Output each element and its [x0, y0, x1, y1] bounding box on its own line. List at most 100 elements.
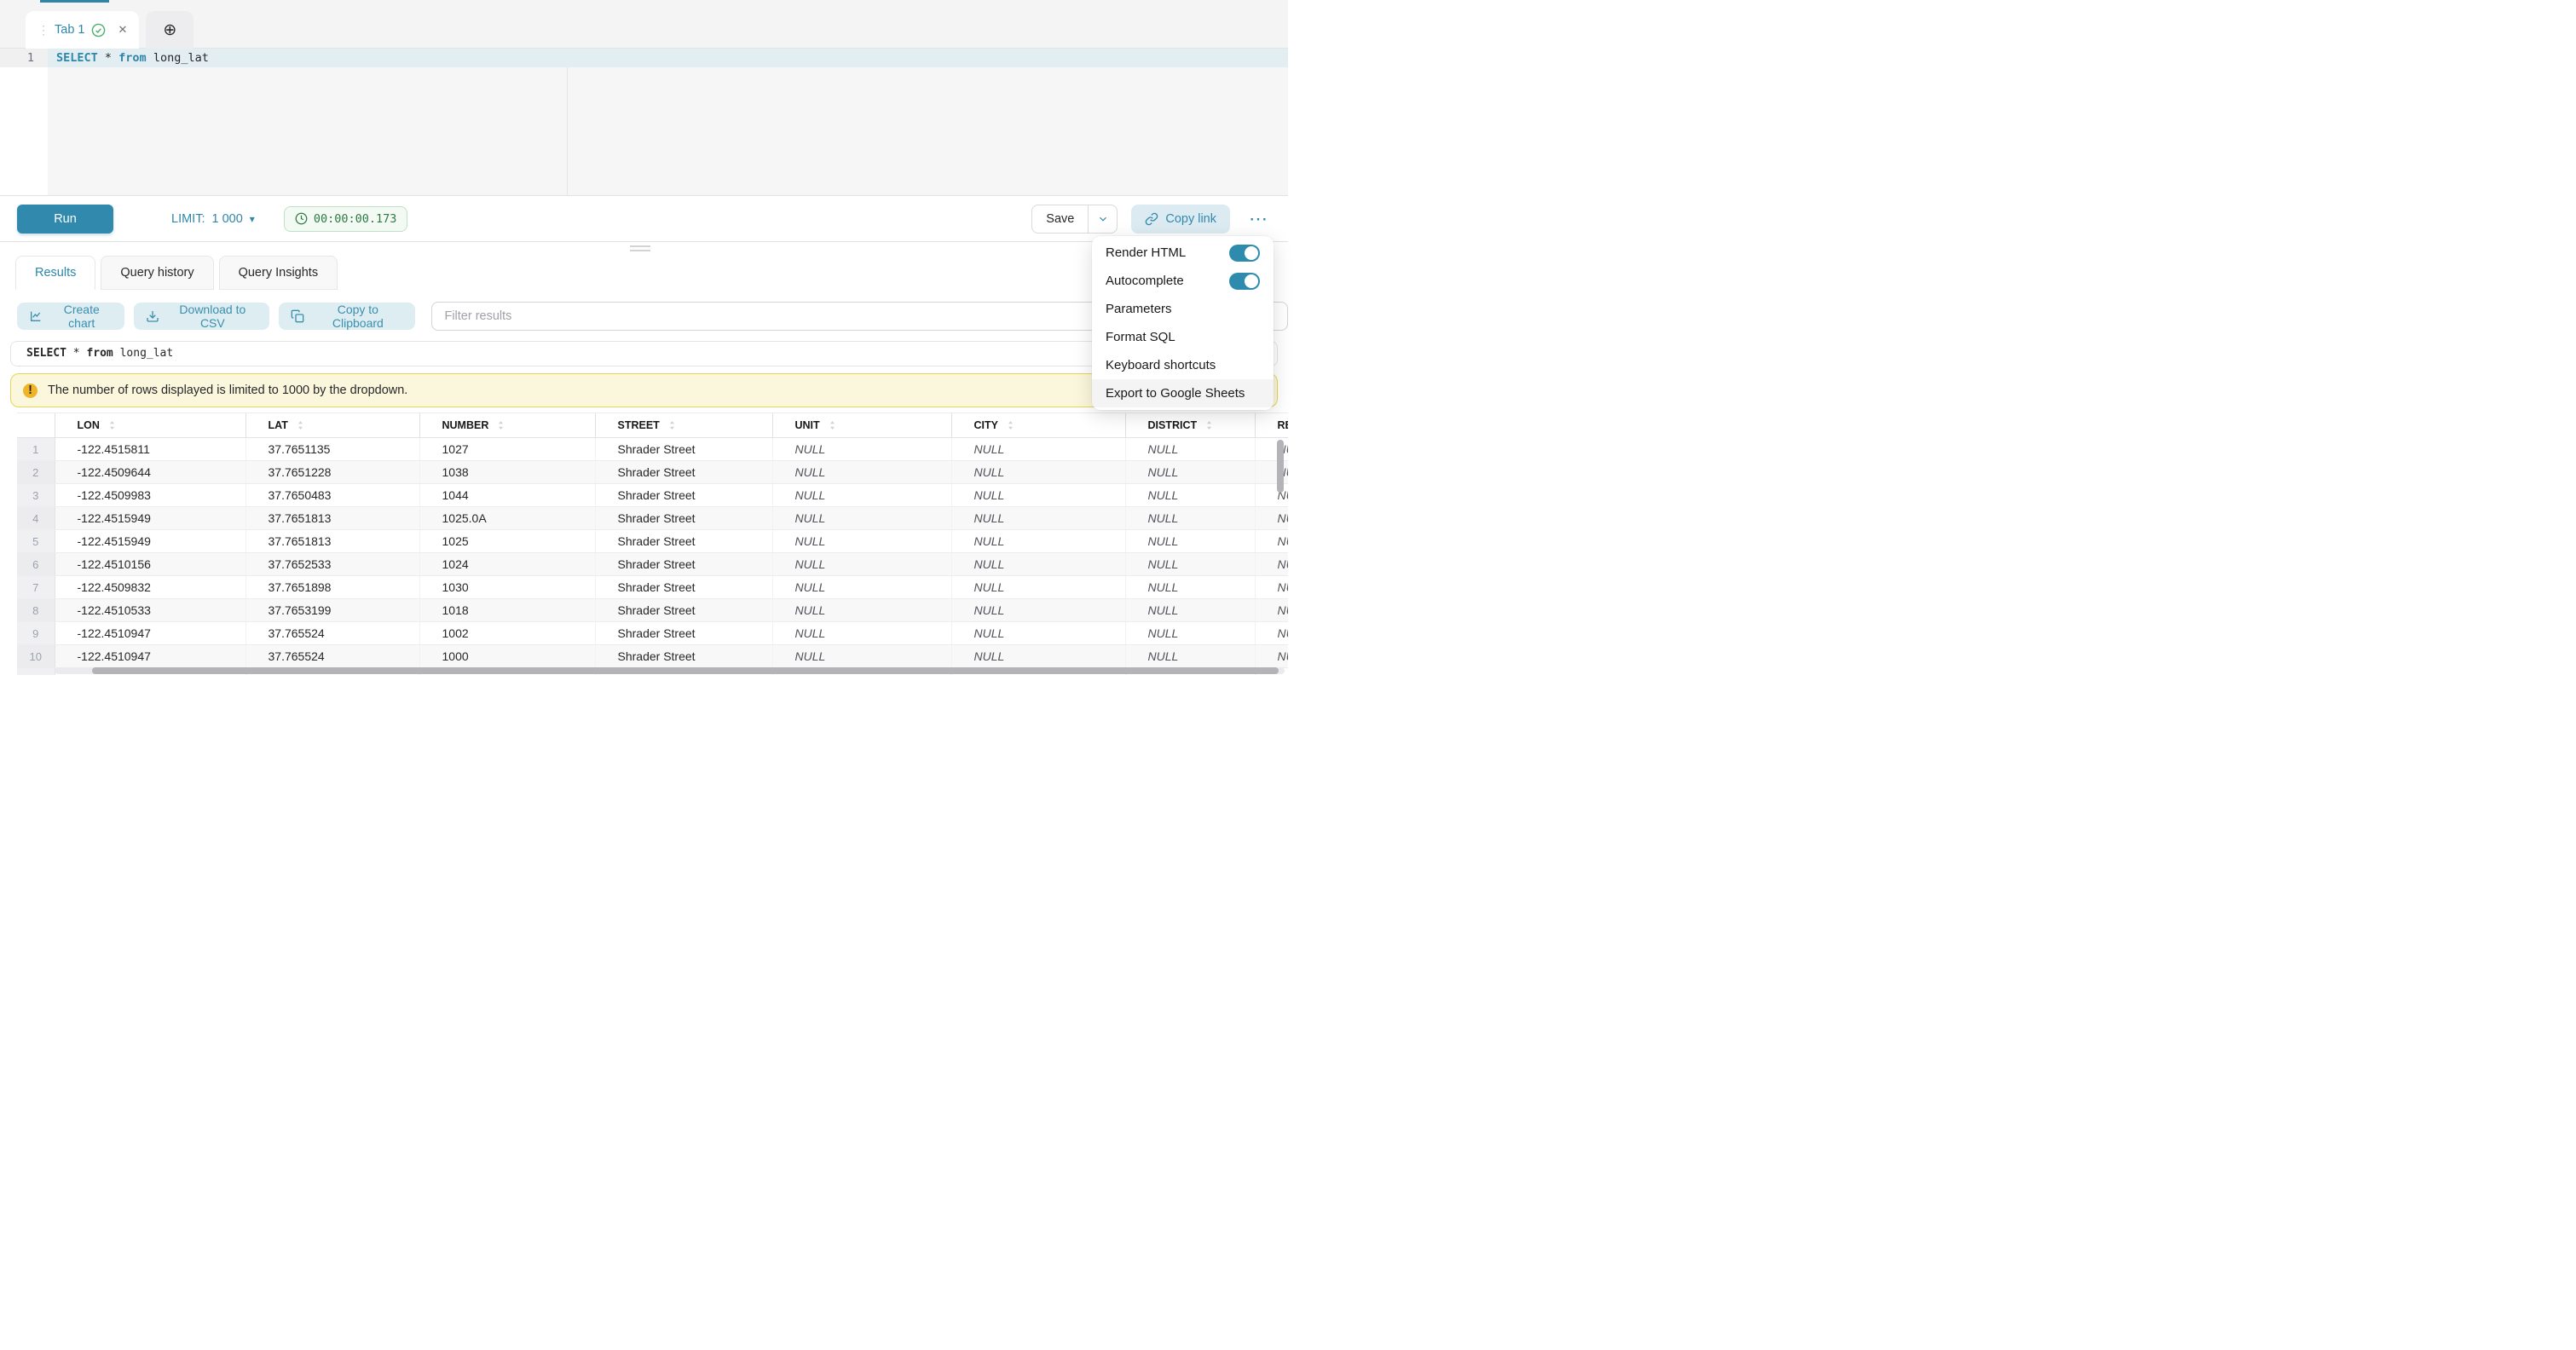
table-cell[interactable]: Shrader Street — [595, 599, 772, 622]
table-cell[interactable]: NULL — [1125, 484, 1255, 507]
table-cell[interactable]: NULL — [951, 645, 1125, 668]
table-cell[interactable]: 1027 — [419, 438, 595, 461]
table-cell[interactable]: -122.4510947 — [55, 622, 245, 645]
table-cell[interactable]: 1024 — [419, 553, 595, 576]
table-cell[interactable]: NULL — [1125, 530, 1255, 553]
sql-editor[interactable]: 1 SELECT * from long_lat — [0, 49, 1288, 196]
table-cell[interactable]: NULL — [1125, 461, 1255, 484]
copy-clipboard-button[interactable]: Copy to Clipboard — [279, 303, 415, 330]
table-cell[interactable]: Shrader Street — [595, 438, 772, 461]
new-tab-button[interactable]: ⊕ — [146, 11, 193, 49]
table-cell[interactable]: NULL — [951, 461, 1125, 484]
table-cell[interactable]: NULL — [1125, 622, 1255, 645]
save-options-button[interactable] — [1089, 205, 1118, 234]
table-cell[interactable]: NULL — [772, 507, 951, 530]
table-cell[interactable]: -122.4510156 — [55, 553, 245, 576]
results-tab-query-history[interactable]: Query history — [101, 256, 213, 290]
menu-item-autocomplete[interactable]: Autocomplete — [1092, 267, 1274, 295]
column-header-unit[interactable]: UNIT — [772, 413, 951, 438]
column-header-district[interactable]: DISTRICT — [1125, 413, 1255, 438]
table-cell[interactable]: 1018 — [419, 599, 595, 622]
table-cell[interactable]: NULL — [772, 576, 951, 599]
table-cell[interactable]: NULL — [772, 599, 951, 622]
table-cell[interactable]: NULL — [951, 599, 1125, 622]
horizontal-scrollbar-thumb[interactable] — [92, 667, 1279, 674]
table-cell[interactable]: -122.4510947 — [55, 645, 245, 668]
table-cell[interactable]: Shrader Street — [595, 461, 772, 484]
table-cell[interactable]: NULL — [772, 530, 951, 553]
table-cell[interactable]: NULL — [1255, 576, 1288, 599]
table-cell[interactable]: 1025 — [419, 530, 595, 553]
table-cell[interactable]: NULL — [1125, 438, 1255, 461]
more-options-icon[interactable]: ⋯ — [1249, 210, 1268, 228]
column-header-lon[interactable]: LON — [55, 413, 245, 438]
editor-active-line[interactable]: 1 SELECT * from long_lat — [0, 49, 1288, 67]
table-cell[interactable]: 37.7652533 — [245, 553, 419, 576]
sort-icon[interactable] — [829, 419, 836, 431]
menu-item-render-html[interactable]: Render HTML — [1092, 239, 1274, 267]
table-cell[interactable]: 1000 — [419, 645, 595, 668]
table-cell[interactable]: Shrader Street — [595, 484, 772, 507]
table-cell[interactable]: Shrader Street — [595, 622, 772, 645]
sort-icon[interactable] — [1007, 419, 1014, 431]
column-header-street[interactable]: STREET — [595, 413, 772, 438]
sql-code-line[interactable]: SELECT * from long_lat — [48, 49, 1288, 67]
table-cell[interactable]: NULL — [772, 461, 951, 484]
table-cell[interactable]: NULL — [1255, 530, 1288, 553]
sort-icon[interactable] — [497, 419, 505, 431]
sort-icon[interactable] — [108, 419, 116, 431]
table-cell[interactable]: 37.7651813 — [245, 530, 419, 553]
table-cell[interactable]: NULL — [1125, 576, 1255, 599]
sort-icon[interactable] — [1205, 419, 1213, 431]
table-cell[interactable]: -122.4509644 — [55, 461, 245, 484]
menu-item-parameters[interactable]: Parameters — [1092, 295, 1274, 323]
results-tab-query-insights[interactable]: Query Insights — [219, 256, 338, 290]
column-header-lat[interactable]: LAT — [245, 413, 419, 438]
table-cell[interactable]: 37.7651898 — [245, 576, 419, 599]
run-button[interactable]: Run — [17, 205, 113, 234]
download-csv-button[interactable]: Download to CSV — [134, 303, 269, 330]
table-cell[interactable]: 37.7651135 — [245, 438, 419, 461]
table-cell[interactable]: NULL — [1125, 599, 1255, 622]
table-cell[interactable]: 37.7651813 — [245, 507, 419, 530]
table-cell[interactable]: -122.4515949 — [55, 530, 245, 553]
editor-tab-1[interactable]: ⋮ Tab 1 ✕ — [26, 11, 139, 49]
table-cell[interactable]: NULL — [1255, 599, 1288, 622]
table-cell[interactable]: NULL — [951, 576, 1125, 599]
table-cell[interactable]: NULL — [951, 553, 1125, 576]
table-cell[interactable]: -122.4510533 — [55, 599, 245, 622]
table-cell[interactable]: NULL — [1125, 553, 1255, 576]
tab-drag-grip-icon[interactable]: ⋮ — [38, 23, 48, 38]
toggle-on-switch[interactable] — [1229, 245, 1260, 262]
pane-resize-handle[interactable] — [630, 245, 650, 254]
table-cell[interactable]: NULL — [1255, 507, 1288, 530]
table-cell[interactable]: 37.765524 — [245, 622, 419, 645]
table-cell[interactable]: NULL — [1125, 507, 1255, 530]
table-cell[interactable]: NULL — [951, 438, 1125, 461]
table-cell[interactable]: NULL — [772, 438, 951, 461]
table-cell[interactable]: NULL — [772, 645, 951, 668]
column-header-re[interactable]: RE — [1255, 413, 1288, 438]
table-cell[interactable]: NULL — [772, 622, 951, 645]
column-header-city[interactable]: CITY — [951, 413, 1125, 438]
table-cell[interactable]: 37.7653199 — [245, 599, 419, 622]
table-cell[interactable]: NULL — [951, 484, 1125, 507]
table-cell[interactable]: NULL — [772, 484, 951, 507]
table-cell[interactable]: 1044 — [419, 484, 595, 507]
table-cell[interactable]: -122.4509983 — [55, 484, 245, 507]
toggle-on-switch[interactable] — [1229, 273, 1260, 290]
table-cell[interactable]: Shrader Street — [595, 553, 772, 576]
create-chart-button[interactable]: Create chart — [17, 303, 124, 330]
table-cell[interactable]: Shrader Street — [595, 530, 772, 553]
table-cell[interactable]: 1025.0A — [419, 507, 595, 530]
table-cell[interactable]: NULL — [1255, 553, 1288, 576]
table-cell[interactable]: NULL — [951, 622, 1125, 645]
table-cell[interactable]: NULL — [1125, 645, 1255, 668]
menu-item-format-sql[interactable]: Format SQL — [1092, 323, 1274, 351]
table-cell[interactable]: -122.4515949 — [55, 507, 245, 530]
table-cell[interactable]: -122.4515811 — [55, 438, 245, 461]
table-cell[interactable]: NULL — [1255, 645, 1288, 668]
table-cell[interactable]: NULL — [951, 530, 1125, 553]
sort-icon[interactable] — [668, 419, 676, 431]
tab-close-icon[interactable]: ✕ — [118, 23, 127, 37]
